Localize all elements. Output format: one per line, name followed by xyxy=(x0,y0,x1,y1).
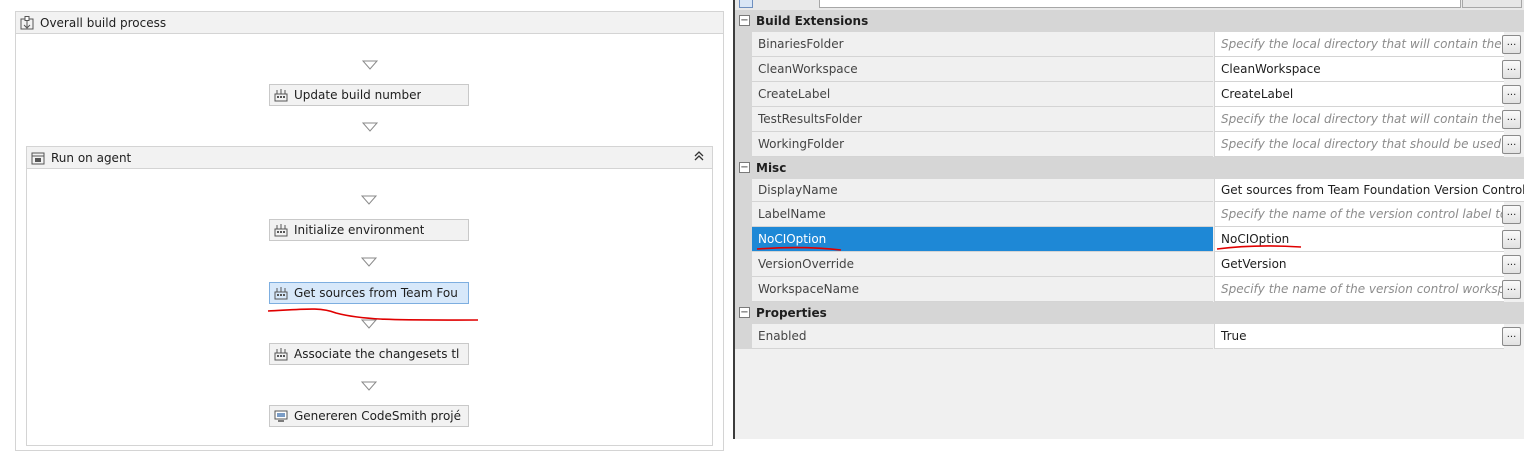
category-label: Properties xyxy=(756,306,827,320)
property-row[interactable]: CreateLabel CreateLabel ... xyxy=(735,82,1524,107)
property-name[interactable]: TestResultsFolder xyxy=(752,107,1213,132)
category-properties: − Properties xyxy=(735,302,1524,324)
property-value[interactable]: NoCIOption xyxy=(1214,227,1504,252)
activity-icon xyxy=(274,348,288,361)
property-row[interactable]: BinariesFolder Specify the local directo… xyxy=(735,32,1524,57)
property-value[interactable]: CreateLabel xyxy=(1214,82,1504,107)
row-gutter xyxy=(735,32,752,57)
property-name[interactable]: DisplayName xyxy=(752,179,1213,202)
property-row[interactable]: CleanWorkspace CleanWorkspace ... xyxy=(735,57,1524,82)
property-name[interactable]: LabelName xyxy=(752,202,1213,227)
ellipsis-button[interactable]: ... xyxy=(1502,110,1521,129)
search-input[interactable] xyxy=(819,0,1461,8)
collapse-category-icon[interactable]: − xyxy=(739,162,750,173)
sequence-icon xyxy=(20,15,34,29)
collapse-icon[interactable] xyxy=(692,150,706,164)
ellipsis-button[interactable]: ... xyxy=(1502,230,1521,249)
activity-label: Update build number xyxy=(294,88,422,102)
codesmith-icon xyxy=(274,410,288,422)
property-value[interactable]: Specify the name of the version control … xyxy=(1214,277,1504,302)
ellipsis-button[interactable]: ... xyxy=(1502,60,1521,79)
row-gutter xyxy=(735,324,752,349)
activity-label: Genereren CodeSmith projé xyxy=(294,409,462,423)
property-row-selected[interactable]: NoCIOption NoCIOption ... xyxy=(735,227,1524,252)
row-gutter xyxy=(735,82,752,107)
property-row[interactable]: VersionOverride GetVersion ... xyxy=(735,252,1524,277)
drop-arrow-icon[interactable] xyxy=(361,257,377,267)
category-misc: − Misc xyxy=(735,157,1524,179)
property-value[interactable]: CleanWorkspace xyxy=(1214,57,1504,82)
sequence-header[interactable]: Overall build process xyxy=(16,12,723,34)
activity-get-sources[interactable]: Get sources from Team Fou xyxy=(269,282,469,304)
activity-label: Get sources from Team Fou xyxy=(294,286,458,300)
row-gutter xyxy=(735,277,752,302)
row-gutter xyxy=(735,202,752,227)
ellipsis-button[interactable]: ... xyxy=(1502,205,1521,224)
row-gutter xyxy=(735,179,752,202)
property-row[interactable]: WorkingFolder Specify the local director… xyxy=(735,132,1524,157)
property-name[interactable]: VersionOverride xyxy=(752,252,1213,277)
property-value[interactable]: Specify the local directory that will co… xyxy=(1214,107,1504,132)
activity-genereren-codesmith[interactable]: Genereren CodeSmith projé xyxy=(269,405,469,427)
drop-arrow-icon[interactable] xyxy=(361,319,377,329)
agent-scope-icon xyxy=(31,152,45,164)
property-value[interactable]: Specify the local directory that will co… xyxy=(1214,32,1504,57)
property-value[interactable]: Specify the local directory that should … xyxy=(1214,132,1504,157)
category-label: Build Extensions xyxy=(756,14,869,28)
clear-button[interactable] xyxy=(1462,0,1522,8)
sequence-header[interactable]: Run on agent xyxy=(27,147,712,169)
ellipsis-button[interactable]: ... xyxy=(1502,35,1521,54)
activity-associate-changesets[interactable]: Associate the changesets tl xyxy=(269,343,469,365)
activity-label: Associate the changesets tl xyxy=(294,347,460,361)
property-row[interactable]: Enabled True ... xyxy=(735,324,1524,349)
row-gutter xyxy=(735,57,752,82)
property-row[interactable]: LabelName Specify the name of the versio… xyxy=(735,202,1524,227)
categorized-sort-button[interactable] xyxy=(739,0,753,8)
collapse-category-icon[interactable]: − xyxy=(739,307,750,318)
sequence-title: Run on agent xyxy=(51,150,132,165)
property-value[interactable]: Specify the name of the version control … xyxy=(1214,202,1504,227)
workflow-designer: Overall build process Update build numbe… xyxy=(0,0,733,451)
property-name[interactable]: NoCIOption xyxy=(752,227,1213,252)
ellipsis-button[interactable]: ... xyxy=(1502,85,1521,104)
property-row[interactable]: DisplayName Get sources from Team Founda… xyxy=(735,179,1524,202)
activity-icon xyxy=(274,287,288,300)
sequence-title: Overall build process xyxy=(40,15,167,30)
drop-arrow-icon[interactable] xyxy=(361,381,377,391)
property-name[interactable]: BinariesFolder xyxy=(752,32,1213,57)
collapse-category-icon[interactable]: − xyxy=(739,15,750,26)
property-value[interactable]: Get sources from Team Foundation Version… xyxy=(1214,179,1524,202)
property-value[interactable]: GetVersion xyxy=(1214,252,1504,277)
drop-arrow-icon[interactable] xyxy=(361,195,377,205)
property-name[interactable]: WorkingFolder xyxy=(752,132,1213,157)
property-value[interactable]: True xyxy=(1214,324,1504,349)
drop-arrow-icon[interactable] xyxy=(362,60,378,70)
property-grid: − Build Extensions BinariesFolder Specif… xyxy=(733,0,1524,439)
row-gutter xyxy=(735,132,752,157)
property-name[interactable]: CleanWorkspace xyxy=(752,57,1213,82)
category-label: Misc xyxy=(756,161,787,175)
property-row[interactable]: WorkspaceName Specify the name of the ve… xyxy=(735,277,1524,302)
property-row[interactable]: TestResultsFolder Specify the local dire… xyxy=(735,107,1524,132)
ellipsis-button[interactable]: ... xyxy=(1502,135,1521,154)
ellipsis-button[interactable]: ... xyxy=(1502,280,1521,299)
property-toolbar xyxy=(735,0,1524,10)
ellipsis-button[interactable]: ... xyxy=(1502,255,1521,274)
activity-icon xyxy=(274,224,288,237)
activity-update-build-number[interactable]: Update build number xyxy=(269,84,469,106)
property-list: − Build Extensions BinariesFolder Specif… xyxy=(735,10,1524,349)
activity-initialize-environment[interactable]: Initialize environment xyxy=(269,219,469,241)
drop-arrow-icon[interactable] xyxy=(362,122,378,132)
activity-icon xyxy=(274,89,288,102)
property-name[interactable]: WorkspaceName xyxy=(752,277,1213,302)
activity-label: Initialize environment xyxy=(294,223,425,237)
property-name[interactable]: CreateLabel xyxy=(752,82,1213,107)
category-build-extensions: − Build Extensions xyxy=(735,10,1524,32)
ellipsis-button[interactable]: ... xyxy=(1502,327,1521,346)
row-gutter xyxy=(735,227,752,252)
row-gutter xyxy=(735,252,752,277)
row-gutter xyxy=(735,107,752,132)
property-name[interactable]: Enabled xyxy=(752,324,1213,349)
